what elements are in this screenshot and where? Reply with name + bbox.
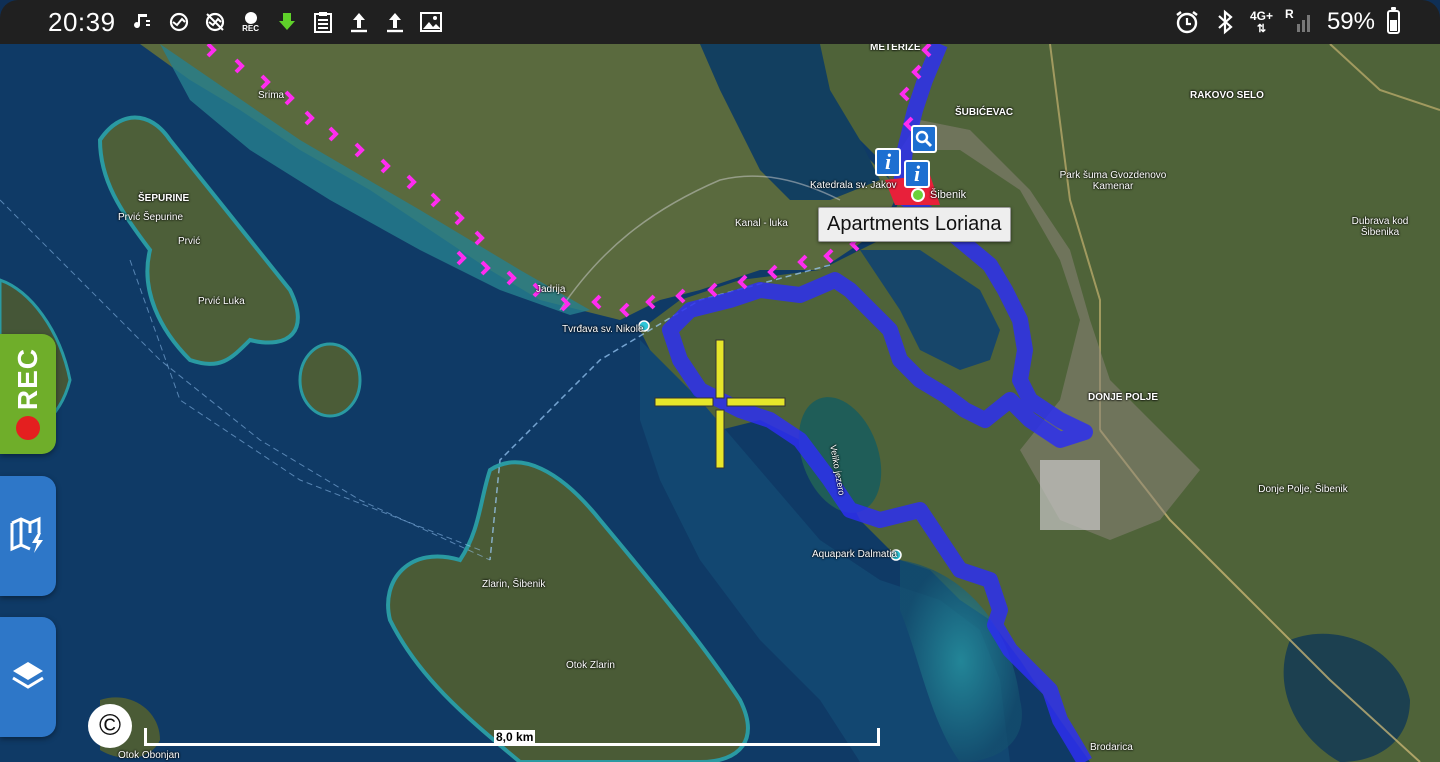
sync-off-icon (202, 9, 228, 35)
battery-percent: 59% (1326, 8, 1375, 35)
place-label: Tvrđava sv. Nikole (562, 324, 644, 335)
clipboard-icon (310, 9, 336, 35)
place-label: Aquapark Dalmatia (812, 549, 898, 560)
info-pin-icon[interactable]: i (875, 148, 901, 176)
map-view[interactable]: METERIZE ŠUBIĆEVAC RAKOVO SELO Srima ŠEP… (0, 44, 1440, 762)
map-actions-button[interactable] (0, 476, 56, 596)
poi-tooltip[interactable]: Apartments Loriana (818, 207, 1011, 242)
place-label: Srima (258, 90, 285, 101)
rec-indicator-icon: REC (238, 9, 264, 35)
status-bar: 20:39 REC 4G+ ⇅ R 59% (0, 0, 1440, 44)
notification-icons: REC (130, 9, 444, 35)
search-pin-icon[interactable] (911, 125, 937, 153)
copyright-button[interactable]: © (88, 704, 132, 748)
clock: 20:39 (48, 6, 116, 37)
upload-icon (382, 9, 408, 35)
destination-dot[interactable] (911, 188, 925, 202)
rec-label: REC (12, 347, 43, 411)
rec-button[interactable]: REC (0, 334, 56, 454)
place-label: METERIZE (870, 44, 921, 53)
record-dot-icon (16, 416, 40, 441)
place-label: ŠEPURINE (138, 193, 190, 204)
layers-button[interactable] (0, 617, 56, 737)
place-label: Otok Obonjan (118, 750, 180, 761)
layers-icon (10, 657, 46, 698)
place-label: Prvić Šepurine (118, 212, 184, 223)
place-label: Katedrala sv. Jakov (810, 180, 897, 191)
battery-icon (1387, 7, 1400, 34)
sync-icon (166, 9, 192, 35)
image-icon (418, 9, 444, 35)
download-arrow-icon (274, 9, 300, 35)
scale-label: 8,0 km (494, 730, 536, 744)
place-label: Jadrija (536, 284, 566, 295)
place-label: RAKOVO SELO (1190, 90, 1264, 101)
music-icon (130, 9, 156, 35)
network-type: 4G+ (1249, 8, 1273, 23)
alarm-icon (1174, 9, 1200, 35)
bluetooth-icon (1212, 9, 1238, 35)
place-label: Dubrava kod Šibenika (1351, 216, 1409, 238)
place-label: Zlarin, Šibenik (482, 579, 546, 590)
place-label: Donje Polje, Šibenik (1258, 484, 1348, 495)
place-label: DONJE POLJE (1088, 392, 1159, 403)
place-label: Šibenik (930, 189, 967, 201)
signal-icon: R (1284, 7, 1315, 35)
system-icons: 4G+ ⇅ R 59% (1174, 0, 1400, 44)
satellite-map[interactable] (0, 44, 1440, 762)
place-label: Otok Zlarin (566, 660, 615, 671)
place-label: Prvić (178, 236, 201, 247)
roaming-label: R (1284, 7, 1294, 21)
place-label: Brodarica (1090, 742, 1133, 753)
upload-icon (346, 9, 372, 35)
place-label: Prvić Luka (198, 296, 245, 307)
place-label: Kanal - luka (735, 218, 788, 229)
island-small (298, 342, 362, 418)
map-lightning-icon (8, 513, 48, 560)
place-label: ŠUBIĆEVAC (955, 107, 1014, 118)
rec-small-label: REC (242, 24, 260, 33)
place-label: Park šuma Gvozdenovo Kamenar (1059, 170, 1167, 192)
network-indicator: 4G+ ⇅ (1249, 8, 1273, 35)
info-pin-icon[interactable]: i (904, 160, 930, 188)
industrial-area (1040, 460, 1100, 530)
